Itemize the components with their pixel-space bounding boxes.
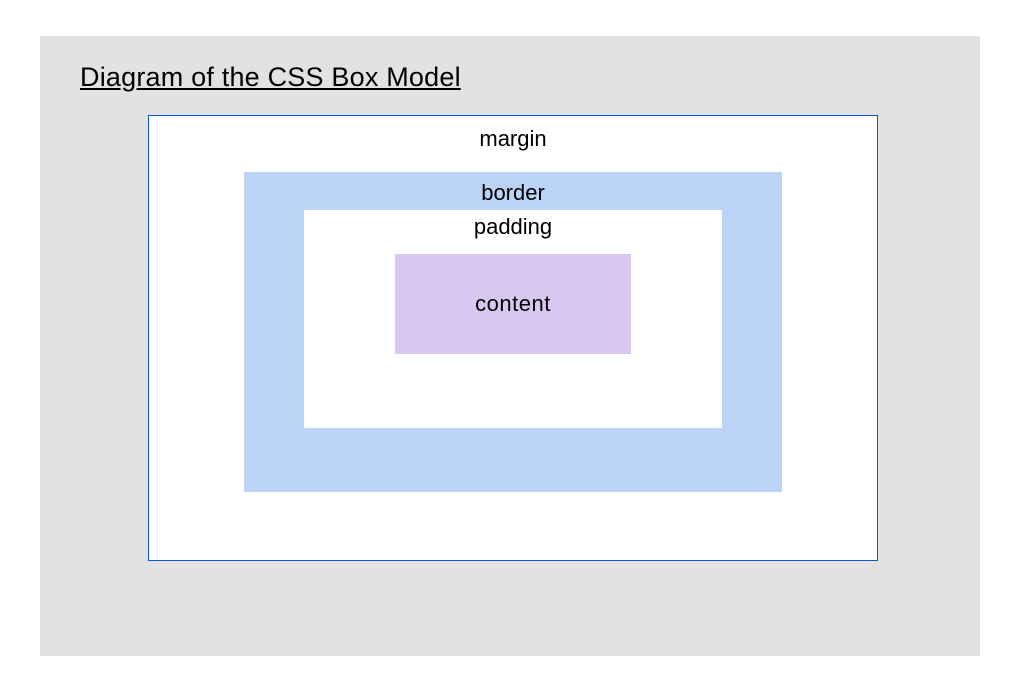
- margin-label: margin: [149, 126, 877, 152]
- content-box: content: [395, 254, 631, 354]
- padding-label: padding: [304, 214, 722, 240]
- diagram-title: Diagram of the CSS Box Model: [80, 62, 940, 93]
- content-label: content: [475, 291, 551, 317]
- margin-box: margin border padding content: [148, 115, 878, 561]
- diagram-panel: Diagram of the CSS Box Model margin bord…: [40, 36, 980, 656]
- border-label: border: [244, 180, 782, 206]
- border-box: border padding content: [244, 172, 782, 492]
- padding-box: padding content: [304, 210, 722, 428]
